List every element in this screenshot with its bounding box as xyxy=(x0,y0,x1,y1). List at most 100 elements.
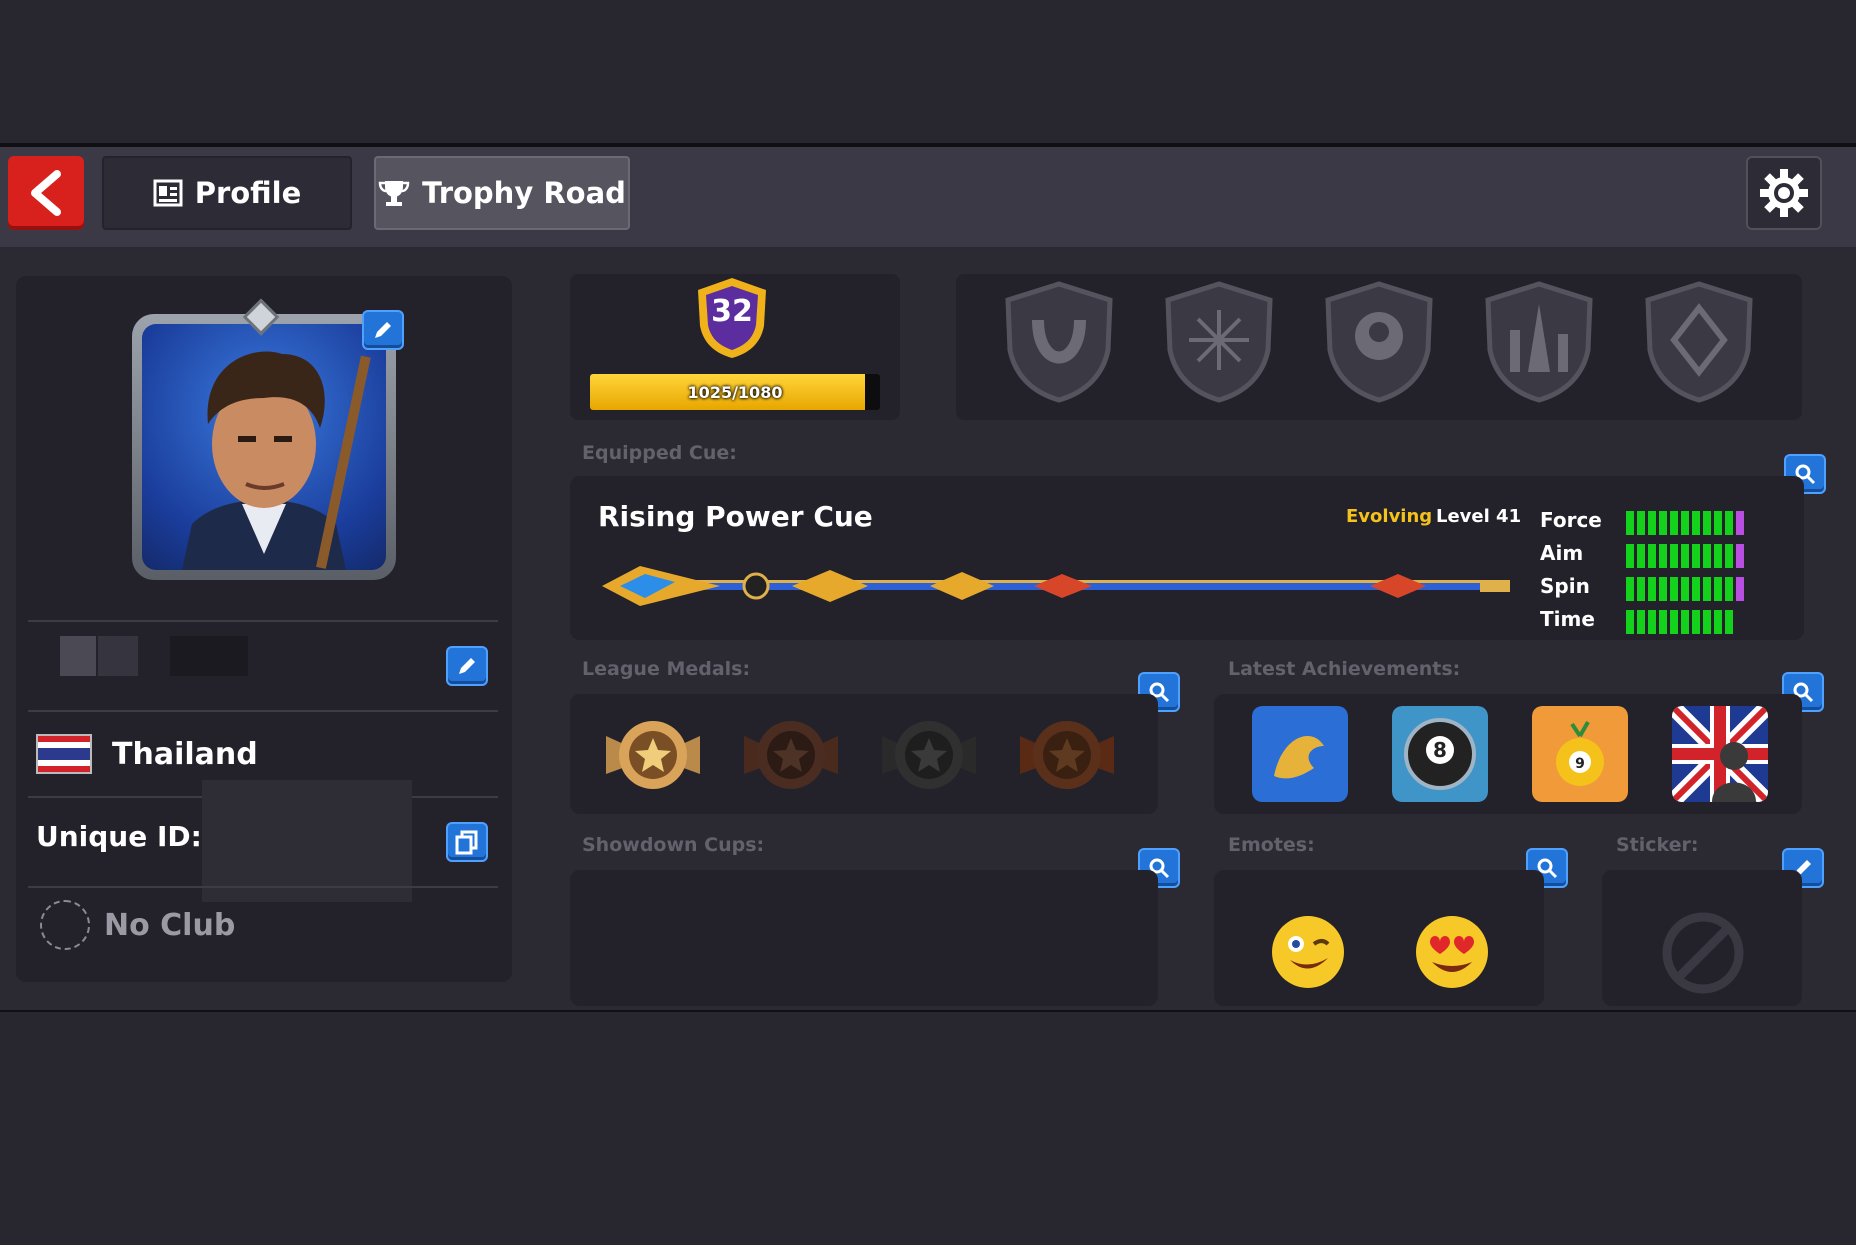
showdown-cups-label: Showdown Cups: xyxy=(582,834,765,856)
club-row[interactable]: No Club xyxy=(40,900,235,950)
stat-segment xyxy=(1659,577,1667,601)
cue-illustration xyxy=(602,566,1510,606)
divider xyxy=(28,620,498,622)
dark-medal-icon[interactable] xyxy=(880,716,978,794)
settings-button[interactable] xyxy=(1746,156,1822,230)
eight-ball-achievement-icon[interactable]: 8 xyxy=(1392,706,1488,802)
firework-badge-icon[interactable] xyxy=(1160,280,1278,404)
stat-label-aim: Aim xyxy=(1540,541,1584,565)
stat-bar-force xyxy=(1626,511,1744,535)
back-button[interactable] xyxy=(8,156,84,230)
stat-segment xyxy=(1659,544,1667,568)
stat-segment xyxy=(1681,577,1689,601)
stat-segment xyxy=(1648,544,1656,568)
thailand-flag-icon xyxy=(36,734,92,774)
bronze-medal-icon[interactable] xyxy=(742,716,840,794)
player-name-redacted xyxy=(98,636,138,676)
stat-segment xyxy=(1670,577,1678,601)
stat-segment xyxy=(1626,511,1634,535)
stat-segment xyxy=(1714,577,1722,601)
stat-segment xyxy=(1714,544,1722,568)
stat-segment xyxy=(1681,610,1689,634)
avatar[interactable] xyxy=(132,314,396,580)
copper-medal-icon[interactable] xyxy=(1018,716,1116,794)
sticker-label: Sticker: xyxy=(1616,834,1699,856)
tab-trophy-road-label: Trophy Road xyxy=(422,176,626,210)
edit-name-button[interactable] xyxy=(446,646,488,686)
club-label: No Club xyxy=(104,907,236,943)
stat-segment xyxy=(1637,577,1645,601)
heart-eyes-emote-icon[interactable] xyxy=(1414,914,1490,990)
emotes-panel xyxy=(1214,870,1544,1006)
stat-segment xyxy=(1714,511,1722,535)
diamond-badge-icon[interactable] xyxy=(1640,280,1758,404)
stat-segment-bonus xyxy=(1736,544,1744,568)
stat-label-spin: Spin xyxy=(1540,574,1590,598)
stat-segment xyxy=(1692,610,1700,634)
landmarks-badge-icon[interactable] xyxy=(1480,280,1598,404)
unique-id-label: Unique ID: xyxy=(36,820,202,853)
stat-segment xyxy=(1725,511,1733,535)
stat-segment xyxy=(1637,544,1645,568)
stat-segment xyxy=(1703,511,1711,535)
cue-name: Rising Power Cue xyxy=(598,500,873,533)
stat-segment xyxy=(1659,511,1667,535)
divider xyxy=(28,710,498,712)
uk-flag-achievement-icon[interactable] xyxy=(1672,706,1768,802)
stat-segment xyxy=(1681,511,1689,535)
stat-segment xyxy=(1703,610,1711,634)
stat-segment xyxy=(1725,577,1733,601)
stat-segment xyxy=(1648,511,1656,535)
gear-icon xyxy=(1760,169,1808,217)
pencil-icon xyxy=(375,322,391,338)
latest-achievements-label: Latest Achievements: xyxy=(1228,658,1461,680)
eight-ball-badge-icon[interactable] xyxy=(1320,280,1438,404)
stat-segment xyxy=(1703,577,1711,601)
svg-text:9: 9 xyxy=(1575,756,1585,772)
country-row: Thailand xyxy=(36,728,258,780)
divider xyxy=(28,886,498,888)
showdown-cups-panel xyxy=(570,870,1158,1006)
stat-segment xyxy=(1637,511,1645,535)
emotes-label: Emotes: xyxy=(1228,834,1315,856)
league-medals-label: League Medals: xyxy=(582,658,751,680)
tab-profile[interactable]: Profile xyxy=(102,156,352,230)
stat-segment xyxy=(1692,511,1700,535)
club-placeholder-icon xyxy=(40,900,90,950)
wink-emote-icon[interactable] xyxy=(1270,914,1346,990)
stat-segment xyxy=(1692,577,1700,601)
stat-segment xyxy=(1648,610,1656,634)
tab-profile-label: Profile xyxy=(194,176,302,210)
stat-segment xyxy=(1703,544,1711,568)
stat-segment xyxy=(1659,610,1667,634)
copy-id-button[interactable] xyxy=(446,822,488,862)
stat-segment xyxy=(1648,577,1656,601)
trophy-icon xyxy=(378,181,410,206)
stat-segment xyxy=(1714,610,1722,634)
tab-trophy-road[interactable]: Trophy Road xyxy=(374,156,630,230)
horseshoe-badge-icon[interactable] xyxy=(1000,280,1118,404)
dragon-achievement-icon[interactable] xyxy=(1252,706,1348,802)
avatar-figure xyxy=(182,351,371,570)
stat-segment xyxy=(1725,610,1733,634)
stat-segment xyxy=(1670,610,1678,634)
xp-progress-text: 1025/1080 xyxy=(687,382,783,402)
copy-icon xyxy=(455,830,478,855)
svg-text:8: 8 xyxy=(1433,738,1447,762)
no-sticker-icon xyxy=(1662,912,1744,994)
stat-bar-time xyxy=(1626,610,1733,634)
equipped-cue-label: Equipped Cue: xyxy=(582,442,737,464)
stat-segment-bonus xyxy=(1736,577,1744,601)
country-name: Thailand xyxy=(112,736,258,772)
stat-segment xyxy=(1670,511,1678,535)
player-name-redacted xyxy=(170,636,248,676)
avatar-portrait xyxy=(142,324,386,570)
level-number: 32 xyxy=(711,294,753,329)
player-name-redacted xyxy=(60,636,96,676)
nine-ball-achievement-icon[interactable]: 9 xyxy=(1532,706,1628,802)
stat-label-time: Time xyxy=(1540,607,1595,631)
pencil-icon xyxy=(459,658,475,674)
edit-avatar-button[interactable] xyxy=(362,310,404,350)
cue-evolving-label: Evolving xyxy=(1346,506,1433,527)
gold-medal-icon[interactable] xyxy=(604,716,702,794)
